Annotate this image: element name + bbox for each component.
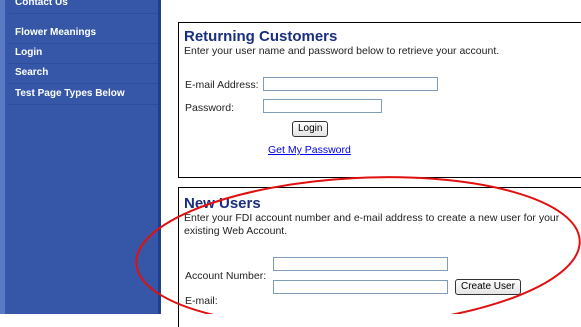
email-address-input[interactable] [263, 77, 438, 91]
email-address-label: E-mail Address: [185, 79, 259, 91]
get-my-password-link[interactable]: Get My Password [268, 144, 351, 156]
sidebar-item-contact-us[interactable]: Contact Us [9, 0, 158, 14]
new-users-title: New Users [184, 195, 261, 212]
email-input[interactable] [273, 280, 448, 294]
create-user-button[interactable]: Create User [455, 279, 521, 295]
sidebar-item-search[interactable]: Search [9, 63, 158, 84]
new-users-panel: New Users Enter your FDI account number … [178, 187, 581, 327]
email-label: E-mail: [185, 295, 218, 307]
returning-customers-description: Enter your user name and password below … [184, 45, 500, 57]
login-button[interactable]: Login [292, 121, 329, 137]
password-label: Password: [185, 102, 235, 114]
sidebar: Contact Us Flower Meanings Login Search … [0, 0, 161, 314]
sidebar-item-flower-meanings[interactable]: Flower Meanings [9, 23, 158, 44]
account-number-label: Account Number: [185, 270, 267, 282]
new-users-description: Enter your FDI account number and e-mail… [184, 212, 560, 237]
returning-customers-panel: Returning Customers Enter your user name… [178, 22, 581, 178]
sidebar-item-test-page-types[interactable]: Test Page Types Below [9, 84, 158, 105]
account-number-input[interactable] [273, 257, 448, 271]
sidebar-item-login[interactable]: Login [9, 43, 158, 64]
password-input[interactable] [263, 99, 382, 113]
returning-customers-title: Returning Customers [184, 28, 338, 45]
